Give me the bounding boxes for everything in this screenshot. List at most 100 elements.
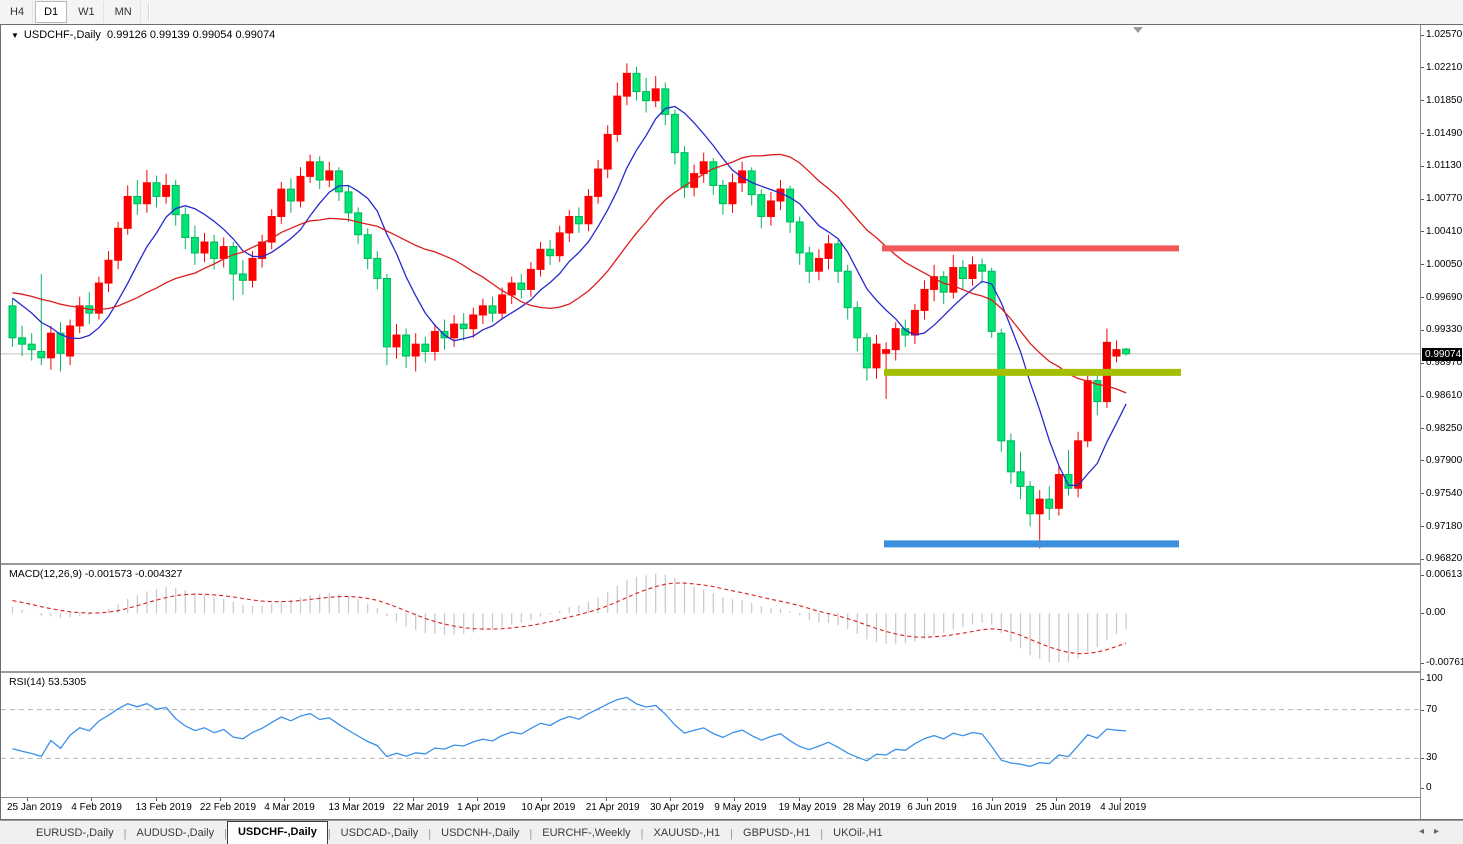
candle-body: [200, 241, 209, 254]
candle-body: [642, 91, 651, 102]
timeframe-button-mn[interactable]: MN: [106, 1, 141, 23]
time-axis-tick: [605, 798, 607, 801]
time-axis-label: 1 Apr 2019: [457, 802, 506, 813]
timeframe-button-w1[interactable]: W1: [69, 1, 104, 23]
candle-body: [546, 248, 555, 257]
timeframe-button-h4[interactable]: H4: [1, 1, 34, 23]
candle-body: [488, 305, 497, 314]
price-axis-tick: [1421, 67, 1424, 69]
chart-shift-marker-icon[interactable]: [1133, 27, 1143, 33]
candle-body: [286, 188, 295, 202]
candle-body: [421, 343, 430, 352]
candle-body: [651, 88, 660, 102]
candle-body: [632, 72, 641, 93]
timeframe-button-d1[interactable]: D1: [35, 1, 68, 23]
candle-body: [1016, 471, 1025, 487]
candle-body: [958, 267, 967, 279]
macd-axis-label: 0.00613: [1426, 569, 1463, 580]
time-axis-tick: [1055, 798, 1057, 801]
tab-eurchf-weekly[interactable]: EURCHF-,Weekly: [532, 823, 640, 844]
candle-body: [843, 270, 852, 309]
candle-body: [142, 182, 151, 205]
chart-title: ▼ USDCHF-,Daily 0.99126 0.99139 0.99054 0…: [11, 29, 275, 41]
time-axis-tick: [927, 798, 929, 801]
rsi-axis-label: 100: [1426, 673, 1443, 684]
candle-body: [1006, 440, 1015, 473]
time-axis-label: 22 Mar 2019: [392, 802, 449, 813]
candle-body: [853, 307, 862, 339]
macd-axis-tick: [1421, 575, 1424, 576]
rsi-axis-label: 70: [1426, 703, 1438, 715]
candle-body: [1112, 349, 1121, 357]
tab-scroll-left-icon[interactable]: ◂: [1419, 826, 1434, 837]
price-axis-label: 0.97900: [1426, 454, 1463, 466]
candle-body: [123, 195, 132, 229]
candle-body: [18, 337, 27, 345]
price-chart-panel[interactable]: ▼ USDCHF-,Daily 0.99126 0.99139 0.99054 0…: [1, 25, 1420, 563]
time-axis-tick: [219, 798, 221, 801]
tab-audusd-daily[interactable]: AUDUSD-,Daily: [126, 823, 224, 844]
candle-body: [430, 330, 439, 352]
candle-body: [670, 113, 679, 154]
tab-ukoil-h1[interactable]: UKOil-,H1: [823, 823, 893, 844]
price-axis-label: 0.97540: [1426, 487, 1463, 499]
time-axis-tick: [798, 798, 800, 801]
candle-body: [997, 332, 1006, 442]
candle-body: [1026, 485, 1035, 515]
time-axis[interactable]: 25 Jan 2019 4 Feb 2019 13 Feb 2019 22 Feb 2…: [1, 797, 1420, 818]
candle-body: [181, 214, 190, 238]
price-axis-tick: [1421, 526, 1424, 528]
candle-body: [584, 195, 593, 225]
time-axis-tick: [412, 798, 414, 801]
price-axis-tick: [1421, 264, 1424, 266]
tab-usdcnh-daily[interactable]: USDCNH-,Daily: [431, 823, 529, 844]
time-axis-label: 4 Jul 2019: [1100, 802, 1147, 813]
time-axis-label: 28 May 2019: [842, 802, 901, 813]
rsi-panel[interactable]: RSI(14) 53.5305: [1, 673, 1420, 795]
macd-axis-tick: [1421, 663, 1424, 664]
chart-window: ▼ USDCHF-,Daily 0.99126 0.99139 0.99054 0…: [0, 24, 1463, 820]
candle-body: [1045, 498, 1054, 509]
price-axis-tick: [1421, 329, 1424, 331]
chart-symbol-label: USDCHF-,Daily: [23, 29, 101, 41]
candle-body: [469, 314, 478, 330]
candle-body: [190, 236, 199, 254]
tab-gbpusd-h1[interactable]: GBPUSD-,H1: [733, 823, 820, 844]
candle-body: [872, 343, 881, 369]
candle-body: [334, 170, 343, 193]
rsi-line: [12, 696, 1127, 768]
time-axis-label: 9 May 2019: [714, 802, 767, 813]
rsi-axis-tick: [1421, 758, 1424, 760]
macd-panel[interactable]: MACD(12,26,9) -0.001573 -0.004327: [1, 565, 1420, 671]
tab-usdchf-daily[interactable]: USDCHF-,Daily: [226, 821, 328, 844]
rsi-axis-tick: [1421, 709, 1424, 711]
candle-body: [786, 188, 795, 223]
candle-body: [709, 161, 718, 186]
candle-body: [373, 257, 382, 279]
tab-scroll-right-icon[interactable]: ▸: [1434, 826, 1449, 837]
rsi-chart[interactable]: [1, 673, 1420, 795]
price-axis-label: 1.01850: [1426, 94, 1463, 106]
candle-body: [766, 200, 775, 217]
time-axis-label: 25 Jan 2019: [7, 802, 63, 813]
tab-eurusd-daily[interactable]: EURUSD-,Daily: [26, 823, 124, 844]
candle-body: [728, 182, 737, 205]
candle-body: [1035, 498, 1044, 515]
time-axis-label: 4 Mar 2019: [264, 802, 315, 813]
candle-body: [757, 194, 766, 217]
price-axis-label: 1.02210: [1426, 61, 1463, 73]
chart-dropdown-icon[interactable]: ▼: [11, 31, 19, 40]
tab-xauusd-h1[interactable]: XAUUSD-,H1: [644, 823, 731, 844]
macd-label: MACD(12,26,9) -0.001573 -0.004327: [9, 568, 183, 580]
price-axis-label: 1.00050: [1426, 258, 1463, 270]
macd-chart[interactable]: [1, 565, 1420, 671]
candle-body: [978, 264, 987, 272]
tab-usdcad-daily[interactable]: USDCAD-,Daily: [331, 823, 429, 844]
price-axis-tick: [1421, 297, 1424, 299]
time-axis-label: 13 Feb 2019: [135, 802, 192, 813]
rsi-axis-tick: [1421, 788, 1424, 789]
time-axis-tick: [541, 798, 543, 801]
price-axis-tick: [1421, 231, 1424, 233]
candlestick-chart[interactable]: [1, 25, 1420, 563]
price-axis[interactable]: 1.02570 1.02210 1.01850 1.01490 1.01130 1.007…: [1420, 25, 1463, 819]
